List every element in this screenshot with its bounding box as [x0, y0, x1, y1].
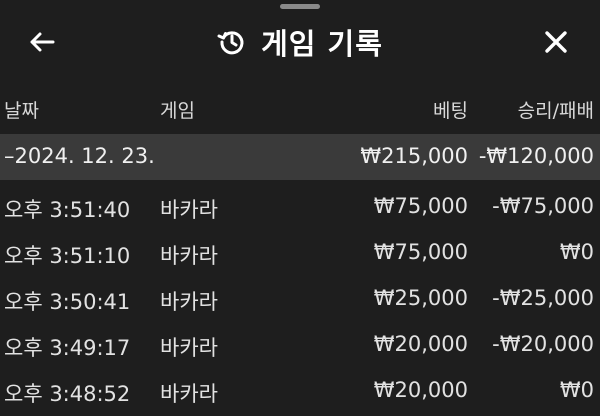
close-icon [545, 31, 567, 53]
column-header-row: 날짜 게임 베팅 승리/패배 [0, 90, 600, 124]
column-header-bet: 베팅 [433, 100, 468, 122]
row-result: ₩0 [559, 378, 594, 402]
history-row[interactable]: 오후 3:51:40 바카라 ₩75,000 -₩75,000 [0, 186, 600, 232]
back-button[interactable] [22, 22, 62, 62]
history-row[interactable]: 오후 3:48:52 바카라 ₩20,000 ₩0 [0, 370, 600, 416]
row-result: -₩75,000 [492, 194, 594, 218]
row-bet: ₩75,000 [373, 194, 468, 218]
page-title: 게임 기록 [261, 27, 383, 61]
row-game: 바카라 [160, 336, 218, 360]
row-bet: ₩20,000 [373, 378, 468, 402]
column-header-date: 날짜 [4, 100, 39, 122]
arrow-left-icon [30, 32, 55, 52]
column-header-game: 게임 [160, 100, 195, 122]
row-result: -₩25,000 [492, 286, 594, 310]
row-bet: ₩75,000 [373, 240, 468, 264]
row-game: 바카라 [160, 290, 218, 314]
header: 게임 기록 [0, 14, 600, 70]
history-icon [217, 31, 244, 55]
row-result: ₩0 [559, 240, 594, 264]
history-row[interactable]: 오후 3:51:10 바카라 ₩75,000 ₩0 [0, 232, 600, 278]
date-group-row[interactable]: –2024. 12. 23. ₩215,000 -₩120,000 [0, 134, 600, 180]
group-date: –2024. 12. 23. [4, 144, 155, 168]
row-time: 오후 3:49:17 [4, 336, 131, 360]
row-bet: ₩25,000 [373, 286, 468, 310]
close-button[interactable] [536, 22, 576, 62]
history-list: 오후 3:51:40 바카라 ₩75,000 -₩75,000 오후 3:51:… [0, 186, 600, 416]
row-game: 바카라 [160, 198, 218, 222]
row-time: 오후 3:50:41 [4, 290, 131, 314]
row-game: 바카라 [160, 382, 218, 406]
history-row[interactable]: 오후 3:49:17 바카라 ₩20,000 -₩20,000 [0, 324, 600, 370]
row-game: 바카라 [160, 244, 218, 268]
row-result: -₩20,000 [492, 332, 594, 356]
group-bet-total: ₩215,000 [360, 144, 468, 168]
row-time: 오후 3:51:10 [4, 244, 131, 268]
column-header-result: 승리/패배 [517, 100, 594, 122]
group-result-total: -₩120,000 [478, 144, 594, 168]
drag-handle[interactable] [280, 4, 320, 9]
row-bet: ₩20,000 [373, 332, 468, 356]
row-time: 오후 3:48:52 [4, 382, 131, 406]
row-time: 오후 3:51:40 [4, 198, 131, 222]
history-row[interactable]: 오후 3:50:41 바카라 ₩25,000 -₩25,000 [0, 278, 600, 324]
